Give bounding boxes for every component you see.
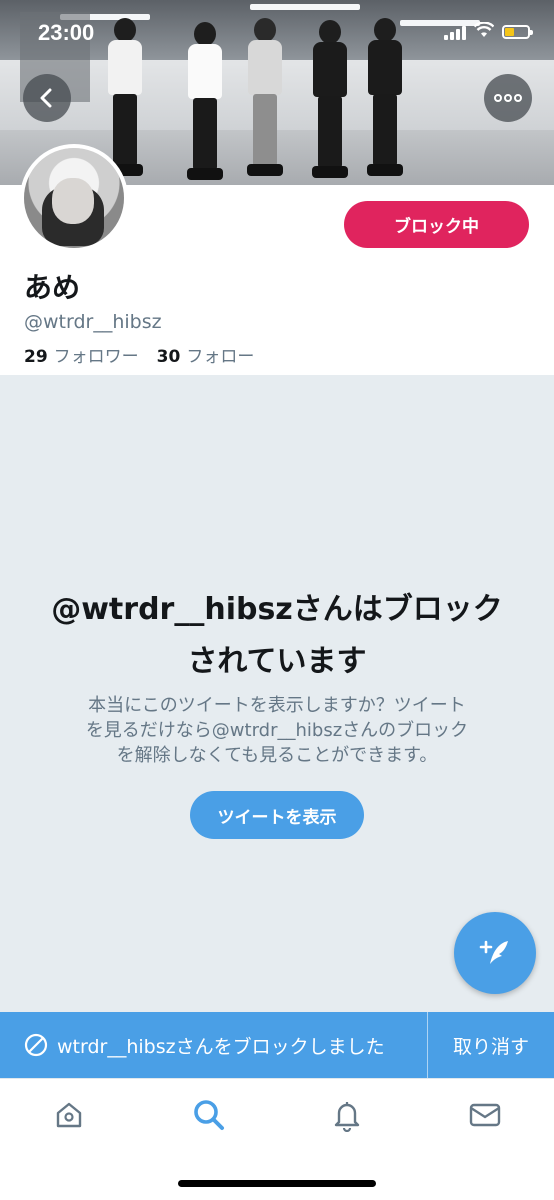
following-label: フォロー	[186, 347, 255, 367]
blocked-description: 本当にこのツイートを表示しますか？ツイート を見るだけなら@wtrdr__hib…	[50, 693, 504, 768]
chevron-left-icon	[40, 88, 52, 108]
battery-icon	[502, 25, 533, 39]
battery-fill	[505, 28, 514, 36]
status-icons	[444, 21, 533, 42]
undo-button[interactable]: 取り消す	[428, 1012, 554, 1078]
follow-stats: 29 フォロワー 30 フォロー	[24, 342, 254, 367]
tab-notifications[interactable]	[327, 1095, 367, 1135]
compose-tweet-button[interactable]	[454, 912, 536, 994]
profile-handle: @wtrdr__hibsz	[24, 311, 162, 333]
home-icon	[56, 1102, 82, 1128]
followers-count: 29	[24, 347, 48, 367]
block-confirmation-toast: wtrdr__hibszさんをブロックしました 取り消す	[0, 1012, 554, 1078]
block-icon	[24, 1033, 48, 1061]
following-link[interactable]: 30 フォロー	[157, 342, 255, 367]
blocked-description-line: を解除しなくても見ることができます。	[116, 745, 438, 766]
wifi-icon	[473, 21, 495, 42]
profile-avatar[interactable]	[20, 144, 128, 252]
followers-label: フォロワー	[53, 347, 139, 367]
show-tweets-button[interactable]: ツイートを表示	[190, 791, 364, 839]
blocked-button[interactable]: ブロック中	[344, 201, 529, 248]
blocked-notice-area: @wtrdr__hibszさんはブロック されています 本当にこのツイートを表示…	[0, 375, 554, 1012]
messages-icon	[469, 1103, 501, 1127]
search-icon	[194, 1100, 224, 1130]
toast-message: wtrdr__hibszさんをブロックしました	[57, 1036, 385, 1058]
tab-home[interactable]	[49, 1095, 89, 1135]
notifications-icon	[334, 1102, 360, 1132]
blocked-description-line: 本当にこのツイートを表示しますか？ツイート	[88, 695, 466, 716]
blocked-title-line: @wtrdr__hibszさんはブロック	[51, 592, 503, 627]
following-count: 30	[156, 347, 181, 367]
compose-feather-icon	[479, 940, 508, 964]
cellular-signal-icon	[444, 24, 466, 40]
home-indicator	[178, 1180, 376, 1187]
blocked-description-line: を見るだけなら@wtrdr__hibszさんのブロック	[85, 720, 469, 741]
back-button[interactable]	[23, 74, 71, 122]
tab-messages[interactable]	[465, 1095, 505, 1135]
followers-link[interactable]: 29 フォロワー	[24, 342, 139, 367]
tab-search[interactable]	[189, 1095, 229, 1135]
status-bar: 23:00	[0, 0, 554, 64]
blocked-title: @wtrdr__hibszさんはブロック されています	[30, 584, 524, 688]
display-name: あめ	[24, 271, 81, 304]
blocked-title-line: されています	[187, 644, 367, 679]
more-icon	[494, 94, 522, 102]
more-options-button[interactable]	[484, 74, 532, 122]
status-time: 23:00	[38, 20, 95, 45]
